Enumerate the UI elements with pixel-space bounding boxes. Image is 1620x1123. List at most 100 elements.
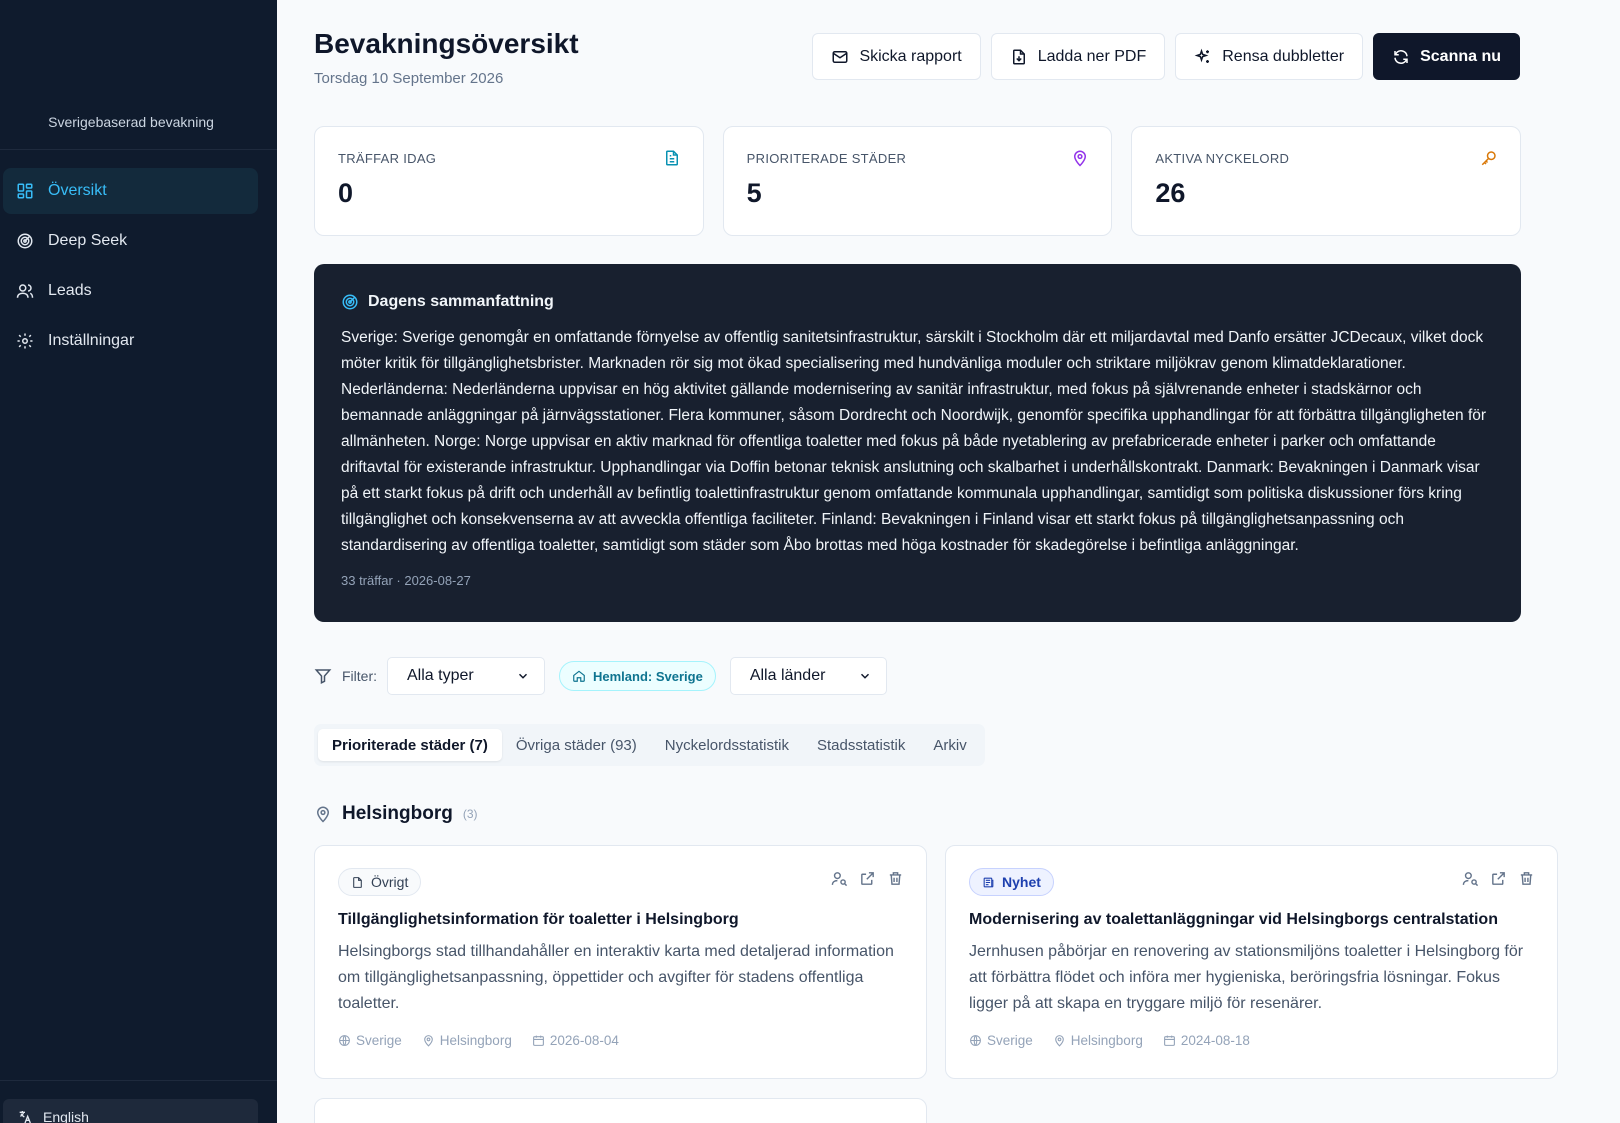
card-description: Helsingborgs stad tillhandahåller en int…	[338, 943, 894, 1012]
meta-date: 2024-08-18	[1163, 1033, 1250, 1048]
download-pdf-button[interactable]: Ladda ner PDF	[990, 33, 1166, 80]
external-link-icon[interactable]	[859, 870, 876, 887]
sidebar-item-leads[interactable]: Leads	[3, 268, 258, 314]
filter-label-text: Filter:	[342, 668, 377, 684]
translate-icon	[19, 1111, 31, 1123]
header-actions: Skicka rapport Ladda ner PDF Rensa dubbl…	[812, 33, 1520, 80]
chevron-down-icon	[518, 673, 528, 679]
trash-icon[interactable]	[1518, 870, 1535, 887]
external-link-icon[interactable]	[1490, 870, 1507, 887]
meta-date: 2026-08-04	[532, 1033, 619, 1048]
type-select-value: Alla typer	[407, 667, 474, 684]
sparkles-icon	[1194, 48, 1210, 63]
send-report-button[interactable]: Skicka rapport	[812, 33, 981, 80]
language-button[interactable]: English	[3, 1099, 258, 1123]
tab-bar: Prioriterade städer (7) Övriga städer (9…	[314, 724, 985, 766]
card-title[interactable]: Tillgänglighetsinformation för toaletter…	[338, 911, 903, 929]
home-country-label: Hemland: Sverige	[593, 668, 703, 684]
radar-icon	[342, 294, 358, 310]
card-title[interactable]: Modernisering av toalettanläggningar vid…	[969, 911, 1534, 929]
filter-label: Filter:	[314, 667, 377, 685]
page-title: Bevakningsöversikt	[314, 28, 579, 59]
tab-keyword-stats[interactable]: Nyckelordsstatistik	[651, 729, 803, 761]
calendar-icon	[532, 1035, 544, 1046]
globe-icon	[970, 1035, 981, 1046]
tab-city-stats[interactable]: Stadsstatistik	[803, 729, 919, 761]
stat-card-active-keywords: AKTIVA NYCKELORD 26	[1131, 126, 1522, 236]
calendar-icon	[1163, 1035, 1175, 1046]
newspaper-icon	[983, 877, 994, 887]
stat-value: 5	[746, 178, 762, 208]
city-header: Helsingborg (3)	[314, 803, 478, 825]
language-label: English	[43, 1109, 89, 1123]
file-download-icon	[1012, 49, 1025, 64]
card-actions	[1462, 870, 1535, 887]
summary-meta: 33 träffar · 2026-08-27	[341, 573, 471, 588]
chevron-down-icon	[860, 673, 869, 679]
user-search-icon[interactable]	[831, 870, 848, 887]
type-select[interactable]: Alla typer	[387, 657, 545, 695]
sidebar-item-label: Deep Seek	[48, 232, 128, 249]
result-card: Nyhet Modernisering av toalettanläggning…	[945, 845, 1558, 1079]
meta-city-text: Helsingborg	[1070, 1033, 1143, 1048]
card-actions	[831, 870, 904, 887]
city-name: Helsingborg	[342, 803, 453, 824]
key-icon	[1481, 151, 1496, 166]
dedupe-button[interactable]: Rensa dubbletter	[1175, 33, 1364, 80]
tab-priority-cities[interactable]: Prioriterade städer (7)	[318, 729, 502, 761]
sidebar-item-label: Leads	[48, 282, 92, 299]
meta-country-text: Sverige	[987, 1033, 1033, 1048]
map-pin-icon	[1054, 1035, 1064, 1047]
sidebar-item-label: Inställningar	[48, 332, 135, 349]
meta-city-text: Helsingborg	[439, 1033, 512, 1048]
card-tag: Nyhet	[969, 868, 1054, 896]
send-report-label: Skicka rapport	[859, 47, 962, 65]
meta-country-text: Sverige	[356, 1033, 402, 1048]
daily-summary: Dagens sammanfattning Sverige: Sverige g…	[314, 264, 1521, 622]
card-tag: Övrigt	[338, 868, 422, 896]
page-date: Torsdag 10 September 2026	[314, 70, 504, 87]
map-pin-icon	[316, 806, 330, 823]
tab-archive[interactable]: Arkiv	[919, 729, 980, 761]
sidebar-bottom-divider	[0, 1080, 277, 1081]
tab-other-cities[interactable]: Övriga städer (93)	[502, 729, 651, 761]
stat-card-priority-cities: PRIORITERADE STÄDER 5	[722, 126, 1113, 236]
sidebar-item-label: Översikt	[48, 182, 107, 199]
document-icon	[665, 150, 678, 166]
map-pin-icon	[423, 1035, 433, 1047]
result-card	[314, 1098, 927, 1123]
meta-date-text: 2026-08-04	[549, 1033, 619, 1048]
scan-now-button[interactable]: Scanna nu	[1373, 33, 1520, 80]
sidebar-divider	[0, 149, 277, 150]
sidebar-item-installningar[interactable]: Inställningar	[3, 318, 258, 364]
meta-country: Sverige	[969, 1033, 1033, 1048]
stat-label: TRÄFFAR IDAG	[338, 151, 437, 166]
home-country-chip[interactable]: Hemland: Sverige	[559, 661, 716, 691]
summary-text: Sverige: Sverige genomgår en omfattande …	[341, 329, 1487, 554]
stat-value: 26	[1155, 178, 1186, 208]
sidebar: Sverigebaserad bevakning Översikt Deep S…	[0, 0, 277, 1123]
refresh-icon	[1394, 49, 1408, 64]
radar-icon	[16, 232, 34, 250]
mail-icon	[832, 50, 848, 63]
sidebar-item-oversikt[interactable]: Översikt	[3, 168, 258, 214]
card-meta: Sverige Helsingborg 2026-08-04	[338, 1033, 903, 1048]
map-pin-icon	[1074, 150, 1087, 167]
home-icon	[573, 670, 585, 682]
scan-now-label: Scanna nu	[1420, 47, 1501, 65]
country-select[interactable]: Alla länder	[729, 657, 887, 695]
sidebar-item-deep-seek[interactable]: Deep Seek	[3, 218, 258, 264]
result-card: Övrigt Tillgänglighetsinformation för to…	[314, 845, 927, 1079]
meta-city: Helsingborg	[422, 1033, 512, 1048]
filter-row: Filter: Alla typer Hemland: Sverige Alla…	[314, 657, 887, 695]
trash-icon[interactable]	[887, 870, 904, 887]
sidebar-nav: Översikt Deep Seek Leads Inställningar	[3, 168, 258, 368]
user-search-icon[interactable]	[1462, 870, 1479, 887]
country-select-value: Alla länder	[749, 667, 826, 684]
city-count: (3)	[462, 807, 478, 821]
summary-header: Dagens sammanfattning	[341, 293, 1494, 311]
users-icon	[16, 282, 34, 300]
download-pdf-label: Ladda ner PDF	[1037, 47, 1147, 65]
filter-icon	[314, 669, 332, 684]
meta-date-text: 2024-08-18	[1180, 1033, 1250, 1048]
